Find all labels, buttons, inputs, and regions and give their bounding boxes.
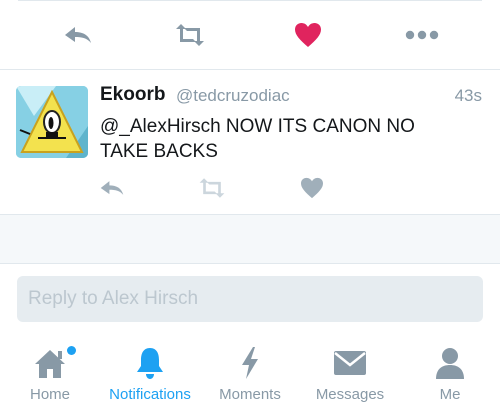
tab-notifications[interactable]: Notifications <box>100 340 200 411</box>
bell-icon <box>137 348 163 379</box>
more-button[interactable] <box>405 22 439 48</box>
reply-input-placeholder: Reply to Alex Hirsch <box>28 288 199 309</box>
home-unread-dot <box>67 346 76 355</box>
like-button[interactable] <box>291 22 325 48</box>
avatar-image <box>16 86 88 158</box>
more-icon <box>405 30 439 40</box>
tweet-like-button[interactable] <box>297 176 327 200</box>
tab-moments-label: Moments <box>219 386 281 403</box>
avatar[interactable] <box>16 86 88 158</box>
person-icon <box>436 348 464 379</box>
tab-home-label: Home <box>29 386 70 403</box>
tab-home[interactable]: Home <box>0 340 100 411</box>
tweet-retweet-button[interactable] <box>197 176 227 200</box>
tab-moments[interactable]: Moments <box>200 340 300 411</box>
bottom-tab-bar: Home Notifications Moments Messages Me <box>0 340 500 411</box>
divider <box>0 69 500 70</box>
heart-icon <box>295 23 321 47</box>
section-gap <box>0 215 500 263</box>
focused-tweet-action-bar <box>0 0 500 70</box>
tab-me[interactable]: Me <box>400 340 500 411</box>
tweet-text: @_AlexHirsch NOW ITS CANON NO TAKE BACKS <box>100 116 415 162</box>
envelope-icon <box>334 351 366 375</box>
tweet-reply-button[interactable] <box>97 176 127 200</box>
reply-icon <box>100 181 124 195</box>
heart-icon <box>301 177 323 199</box>
retweet-button[interactable] <box>173 22 207 48</box>
retweet-icon <box>199 178 225 198</box>
reply-icon <box>65 27 91 43</box>
tab-me-label: Me <box>439 386 461 403</box>
lightning-icon <box>242 347 258 379</box>
reply-input[interactable]: Reply to Alex Hirsch <box>17 276 483 322</box>
tab-messages[interactable]: Messages <box>300 340 400 411</box>
tab-messages-label: Messages <box>315 386 385 403</box>
tweet-timestamp: 43s <box>454 86 482 105</box>
retweet-icon <box>176 24 204 46</box>
tweet-author-handle[interactable]: @tedcruzodiac <box>176 86 290 106</box>
tab-notifications-label: Notifications <box>109 386 191 403</box>
divider <box>0 263 500 264</box>
reply-button[interactable] <box>61 22 95 48</box>
tweet-author-name[interactable]: Ekoorb <box>100 84 165 106</box>
home-icon <box>35 350 65 378</box>
